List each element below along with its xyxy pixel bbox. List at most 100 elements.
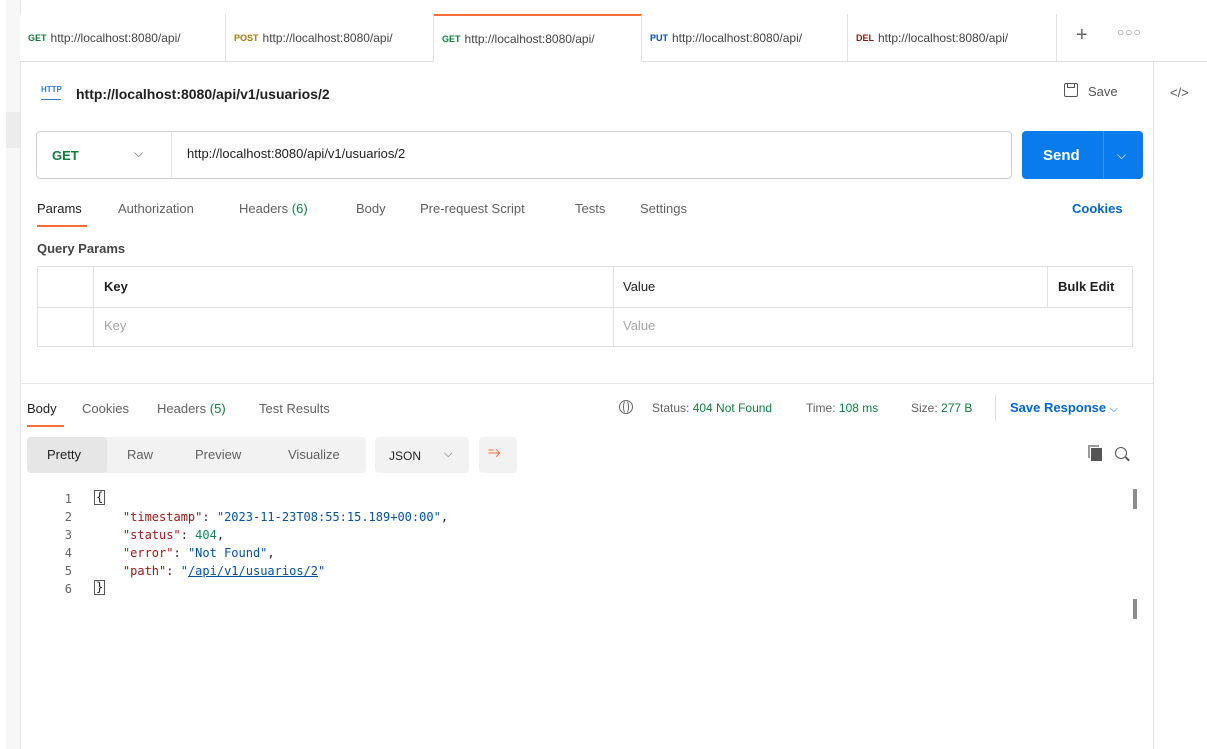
response-tab-cookies[interactable]: Cookies (82, 401, 129, 416)
send-divider (1103, 131, 1104, 179)
size-value: 277 B (941, 401, 973, 415)
tab-1[interactable]: GET http://localhost:8080/api/ (20, 14, 226, 62)
response-tab-body[interactable]: Body (27, 401, 57, 416)
save-icon[interactable] (1064, 83, 1078, 97)
status-label: Status: (652, 401, 690, 415)
json-key: "timestamp" (122, 510, 203, 524)
response-headers-count: (5) (209, 401, 226, 416)
save-response-label: Save Response (1010, 400, 1107, 415)
tab-params[interactable]: Params (37, 201, 82, 216)
tab-5[interactable]: DEL http://localhost:8080/api/ (848, 14, 1057, 62)
json-value: 404 (195, 528, 217, 542)
open-brace[interactable]: { (94, 490, 106, 505)
code-line-5: "path": "/api/v1/usuarios/2" (122, 564, 326, 578)
code-line-3: "status": 404, (122, 528, 225, 542)
column-key-header: Key (104, 279, 128, 294)
wrap-lines-icon: ⥱ (488, 444, 501, 461)
tab-tests[interactable]: Tests (575, 201, 605, 216)
more-tabs-icon[interactable]: ○○○ (1117, 25, 1142, 39)
http-request-icon: HTTP (41, 83, 62, 100)
line-number: 2 (64, 510, 72, 524)
time-label: Time: (806, 401, 836, 415)
save-button[interactable]: Save (1088, 84, 1118, 99)
method-select[interactable]: GET (52, 148, 79, 163)
chevron-down-icon: ⌵ (1109, 403, 1119, 415)
tab-2[interactable]: POST http://localhost:8080/api/ (226, 14, 434, 62)
code-line-4: "error": "Not Found", (122, 546, 275, 560)
url-bar (36, 131, 1012, 179)
response-tab-headers[interactable]: Headers (5) (157, 401, 226, 416)
tab-settings[interactable]: Settings (640, 201, 687, 216)
line-number: 4 (64, 546, 72, 560)
tab-url: http://localhost:8080/api/ (50, 30, 181, 45)
close-brace[interactable]: } (94, 580, 106, 595)
line-number: 6 (64, 582, 72, 596)
json-key: "error" (122, 546, 174, 560)
tab-body[interactable]: Body (356, 201, 386, 216)
params-table (37, 266, 1133, 347)
key-input[interactable]: Key (104, 318, 126, 333)
send-options-chevron-icon[interactable]: ⌵ (1117, 148, 1126, 163)
tab-method: POST (234, 32, 259, 43)
tab-url: http://localhost:8080/api/ (878, 30, 1009, 45)
code-line-1: { (94, 490, 106, 505)
tab-pre-request-script[interactable]: Pre-request Script (420, 201, 525, 216)
size-label: Size: (911, 401, 938, 415)
size-display[interactable]: Size: 277 B (911, 401, 972, 415)
chevron-down-icon[interactable]: ⌵ (134, 146, 143, 161)
left-sidebar-strip (6, 0, 21, 749)
value-input[interactable]: Value (623, 318, 655, 333)
send-button[interactable]: Send (1043, 147, 1080, 164)
tab-method: DEL (856, 32, 874, 43)
line-number: 5 (64, 564, 72, 578)
scrollbar-top-marker[interactable] (1133, 489, 1137, 509)
search-icon[interactable] (1115, 447, 1127, 459)
status-display[interactable]: Status: 404 Not Found (652, 401, 772, 415)
request-title[interactable]: http://localhost:8080/api/v1/usuarios/2 (76, 86, 330, 102)
format-raw[interactable]: Raw (127, 447, 153, 462)
format-pretty[interactable]: Pretty (47, 447, 81, 462)
time-display[interactable]: Time: 108 ms (806, 401, 878, 415)
line-number: 1 (64, 492, 72, 506)
code-line-2: "timestamp": "2023-11-23T08:55:15.189+00… (122, 510, 449, 524)
headers-count: (6) (291, 201, 308, 216)
query-params-title: Query Params (37, 241, 126, 256)
tab-authorization[interactable]: Authorization (118, 201, 194, 216)
response-active-underline (27, 425, 64, 427)
format-preview[interactable]: Preview (195, 447, 241, 462)
tab-headers-label: Headers (239, 201, 289, 216)
tab-method: GET (28, 32, 47, 43)
right-sidebar (1153, 62, 1207, 749)
tab-4[interactable]: PUT http://localhost:8080/api/ (642, 14, 848, 62)
json-value: "Not Found" (187, 546, 268, 560)
save-response-button[interactable]: Save Response ⌵ (1010, 400, 1118, 416)
column-value-header: Value (623, 279, 656, 294)
response-tab-test-results[interactable]: Test Results (259, 401, 330, 416)
new-tab-plus-icon[interactable]: + (1076, 24, 1088, 47)
copy-icon[interactable] (1088, 445, 1102, 461)
json-key: "path" (122, 564, 167, 578)
tab-3-active[interactable]: GET http://localhost:8080/api/ (434, 14, 642, 62)
tab-method: GET (442, 33, 461, 44)
tab-url: http://localhost:8080/api/ (672, 30, 803, 45)
tab-url: http://localhost:8080/api/ (262, 30, 393, 45)
bulk-edit-button[interactable]: Bulk Edit (1058, 279, 1114, 294)
url-input[interactable]: http://localhost:8080/api/v1/usuarios/2 (187, 146, 405, 161)
tab-method: PUT (650, 32, 668, 43)
code-line-6: } (94, 580, 106, 595)
globe-icon[interactable] (619, 400, 633, 414)
scrollbar-bottom-marker[interactable] (1133, 599, 1137, 619)
code-snippet-icon[interactable]: </> (1170, 85, 1189, 100)
time-value: 108 ms (838, 401, 879, 415)
tab-headers[interactable]: Headers (6) (239, 201, 308, 216)
chevron-down-icon: ⌵ (444, 448, 453, 460)
url-divider (171, 131, 172, 179)
response-divider[interactable] (20, 383, 1153, 384)
sidebar-marker (6, 112, 20, 148)
status-separator (995, 395, 996, 421)
format-visualize[interactable]: Visualize (288, 447, 340, 462)
json-key: "status" (122, 528, 181, 542)
json-path-link[interactable]: /api/v1/usuarios/2 (188, 564, 318, 578)
cookies-link[interactable]: Cookies (1072, 201, 1123, 216)
tab-url: http://localhost:8080/api/ (464, 31, 595, 46)
